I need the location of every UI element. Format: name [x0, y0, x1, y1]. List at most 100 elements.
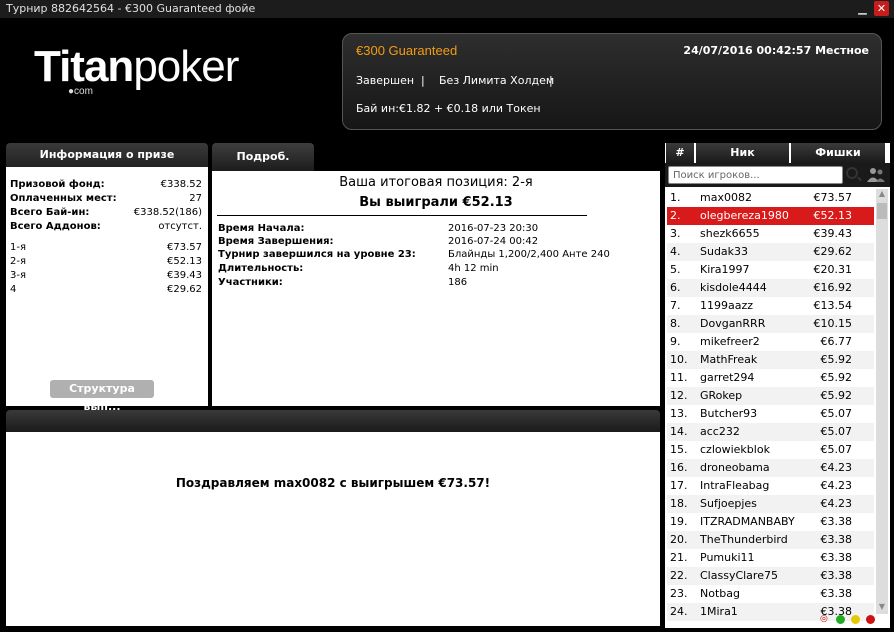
player-num: 19. [670, 515, 688, 528]
player-num: 16. [670, 461, 688, 474]
player-row[interactable]: 2. olegbereza1980 €52.13 [667, 207, 874, 225]
place-label: 3-я [10, 270, 26, 281]
divider [217, 215, 587, 216]
tournament-game: Без Лимита Холдем [439, 74, 555, 87]
player-chips: €16.92 [813, 281, 853, 294]
player-nick: GRokep [700, 389, 743, 402]
player-row[interactable]: 21. Pumuki11 €3.38 [667, 549, 874, 567]
scroll-down-icon[interactable]: ▼ [876, 602, 888, 614]
prize-label: Призовой фонд: [10, 179, 105, 190]
title-bar: Турнир 882642564 - €300 Guaranteed фойе … [0, 0, 894, 18]
player-nick: czlowiekblok [700, 443, 770, 456]
player-chips: €5.92 [820, 353, 853, 366]
prize-info-panel: Призовой фонд: €338.52 Оплаченных мест: 27… [6, 167, 208, 406]
column-header-nick[interactable]: Ник [696, 143, 789, 163]
player-row[interactable]: 1. max0082 €73.57 [667, 189, 874, 207]
detail-row: Турнир завершился на уровне 23: Блайнды 1… [218, 248, 658, 261]
player-nick: Sufjoepjes [700, 497, 757, 510]
scroll-up-icon[interactable]: ▲ [876, 189, 888, 201]
prize-row: Всего Аддонов: отсутст. [10, 220, 202, 233]
player-search-input[interactable]: Поиск игроков... [668, 166, 843, 184]
place-row: 2-я €52.13 [10, 255, 202, 268]
player-row[interactable]: 15. czlowiekblok €5.07 [667, 441, 874, 459]
player-row[interactable]: 4. Sudak33 €29.62 [667, 243, 874, 261]
tournament-buyin: Бай ин:€1.82 + €0.18 или Токен [356, 102, 541, 115]
player-row[interactable]: 16. droneobama €4.23 [667, 459, 874, 477]
player-row[interactable]: 12. GRokep €5.92 [667, 387, 874, 405]
player-row[interactable]: 13. Butcher93 €5.07 [667, 405, 874, 423]
player-chips: €5.92 [820, 389, 853, 402]
close-button[interactable]: ✕ [874, 1, 889, 16]
player-nick: 1Mira1 [700, 605, 738, 618]
player-nick: olegbereza1980 [700, 209, 789, 222]
prize-value: €338.52(186) [133, 207, 202, 218]
place-row: 1-я €73.57 [10, 241, 202, 254]
player-num: 10. [670, 353, 688, 366]
player-num: 12. [670, 389, 688, 402]
player-nick: mikefreer2 [700, 335, 760, 348]
player-chips: €39.43 [813, 227, 853, 240]
prize-row: Всего Бай-ин: €338.52(186) [10, 206, 202, 219]
player-num: 17. [670, 479, 688, 492]
detail-label: Время Начала: [218, 223, 305, 234]
player-row[interactable]: 14. acc232 €5.07 [667, 423, 874, 441]
player-num: 6. [670, 281, 681, 294]
status-dot-green [836, 615, 845, 624]
detail-label: Время Завершения: [218, 236, 334, 247]
player-nick: Pumuki11 [700, 551, 755, 564]
place-value: €39.43 [167, 270, 202, 281]
window-title: Турнир 882642564 - €300 Guaranteed фойе [6, 2, 256, 15]
player-chips: €29.62 [813, 245, 853, 258]
detail-value: 186 [448, 277, 468, 288]
player-row[interactable]: 17. IntraFleabag €4.23 [667, 477, 874, 495]
column-header-chips[interactable]: Фишки [791, 143, 885, 163]
player-row[interactable]: 18. Sufjoepjes €4.23 [667, 495, 874, 513]
payout-structure-button[interactable]: Структура вып... [50, 380, 154, 413]
place-row: 3-я €39.43 [10, 269, 202, 282]
player-row[interactable]: 6. kisdole4444 €16.92 [667, 279, 874, 297]
player-row[interactable]: 7. 1199aazz €13.54 [667, 297, 874, 315]
players-icon[interactable] [865, 167, 887, 183]
player-row[interactable]: 10. MathFreak €5.92 [667, 351, 874, 369]
player-chips: €20.31 [813, 263, 853, 276]
prize-label: Всего Аддонов: [10, 221, 101, 232]
player-num: 15. [670, 443, 688, 456]
player-chips: €5.07 [820, 425, 853, 438]
place-value: €73.57 [167, 242, 202, 253]
place-value: €52.13 [167, 256, 202, 267]
player-num: 24. [670, 605, 688, 618]
prize-row: Оплаченных мест: 27 [10, 192, 202, 205]
logo-titan: Titan [34, 42, 134, 91]
scrollbar[interactable]: ▲ ▼ [876, 189, 888, 614]
player-row[interactable]: 19. ITZRADMANBABY €3.38 [667, 513, 874, 531]
player-row[interactable]: 8. DovganRRR €10.15 [667, 315, 874, 333]
player-chips: €3.38 [820, 551, 853, 564]
column-header-number[interactable]: # [666, 143, 694, 163]
scroll-thumb[interactable] [877, 203, 887, 219]
player-chips: €4.23 [820, 479, 853, 492]
titanpoker-logo: Titanpoker ●com [34, 42, 239, 97]
player-chips: €3.38 [820, 587, 853, 600]
player-row[interactable]: 11. garret294 €5.92 [667, 369, 874, 387]
tournament-name: €300 Guaranteed [356, 43, 458, 58]
player-num: 18. [670, 497, 688, 510]
minimize-button[interactable]: ▁ [855, 1, 870, 16]
player-nick: ClassyClare75 [700, 569, 778, 582]
player-nick: Kira1997 [700, 263, 750, 276]
player-row[interactable]: 20. TheThunderbird €3.38 [667, 531, 874, 549]
separator: | [549, 74, 553, 87]
player-num: 8. [670, 317, 681, 330]
player-row[interactable]: 9. mikefreer2 €6.77 [667, 333, 874, 351]
detail-row: Время Начала: 2016-07-23 20:30 [218, 222, 658, 235]
player-row[interactable]: 3. shezk6655 €39.43 [667, 225, 874, 243]
prize-value: 27 [189, 193, 202, 204]
place-label: 1-я [10, 242, 26, 253]
tab-details[interactable]: Подроб. [212, 143, 314, 171]
search-icon[interactable] [846, 167, 858, 179]
player-num: 21. [670, 551, 688, 564]
player-row[interactable]: 5. Kira1997 €20.31 [667, 261, 874, 279]
player-nick: 1199aazz [700, 299, 754, 312]
status-dot-yellow [851, 615, 860, 624]
player-row[interactable]: 23. Notbag €3.38 [667, 585, 874, 603]
player-row[interactable]: 22. ClassyClare75 €3.38 [667, 567, 874, 585]
